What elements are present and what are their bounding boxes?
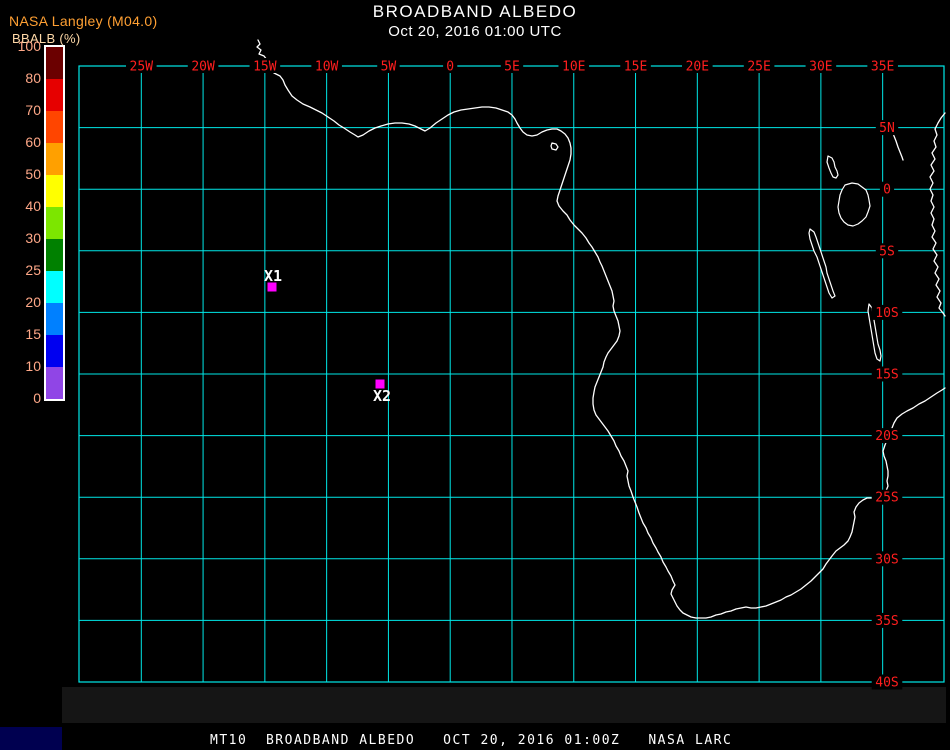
coastline-east-africa xyxy=(929,112,946,317)
lake-turkana xyxy=(826,155,839,179)
longitude-label: 15W xyxy=(253,60,277,75)
latlon-grid xyxy=(79,66,944,683)
status-bar-text: MT10 BROADBAND ALBEDO OCT 20, 2016 01:00… xyxy=(210,733,733,748)
latitude-label: 35S xyxy=(875,614,898,629)
latitude-label: 15S xyxy=(875,368,898,383)
coastline-africa-west xyxy=(256,39,946,619)
longitude-label: 20E xyxy=(686,60,709,75)
island-bioko xyxy=(550,142,559,151)
albedo-product-page: BROADBAND ALBEDO Oct 20, 2016 01:00 UTC … xyxy=(0,0,950,750)
longitude-label: 10E xyxy=(562,60,585,75)
lakes-layer xyxy=(550,142,882,362)
longitude-label: 10W xyxy=(315,60,339,75)
site-marker-label: X1 xyxy=(264,267,282,285)
longitude-label: 25W xyxy=(130,60,154,75)
coastline-layer xyxy=(256,39,946,619)
latitude-label: 5S xyxy=(879,244,895,259)
latitude-label: 10S xyxy=(875,306,898,321)
latitude-label: 25S xyxy=(875,491,898,506)
longitude-label: 25E xyxy=(747,60,770,75)
longitude-label: 30E xyxy=(809,60,832,75)
lake-tanganyika xyxy=(808,228,836,299)
latitude-label: 0 xyxy=(883,183,891,198)
longitude-label: 0 xyxy=(446,60,454,75)
site-marker-label: X2 xyxy=(373,387,391,405)
longitude-label: 35E xyxy=(871,60,894,75)
longitude-label: 5E xyxy=(504,60,520,75)
latitude-label: 20S xyxy=(875,429,898,444)
lake-victoria xyxy=(837,182,871,227)
latitude-label: 40S xyxy=(875,676,898,691)
map-canvas: 25W 20W 15W 10W 5W 0 5E 10E 15E 20E 25E 30E 35E 5N 0 5S… xyxy=(78,39,946,691)
longitude-label: 20W xyxy=(191,60,215,75)
markers-layer: X1 X2 xyxy=(264,267,391,405)
longitude-label: 15E xyxy=(624,60,647,75)
latitude-label: 5N xyxy=(879,121,895,136)
longitude-label: 5W xyxy=(381,60,397,75)
latitude-label: 30S xyxy=(875,552,898,567)
